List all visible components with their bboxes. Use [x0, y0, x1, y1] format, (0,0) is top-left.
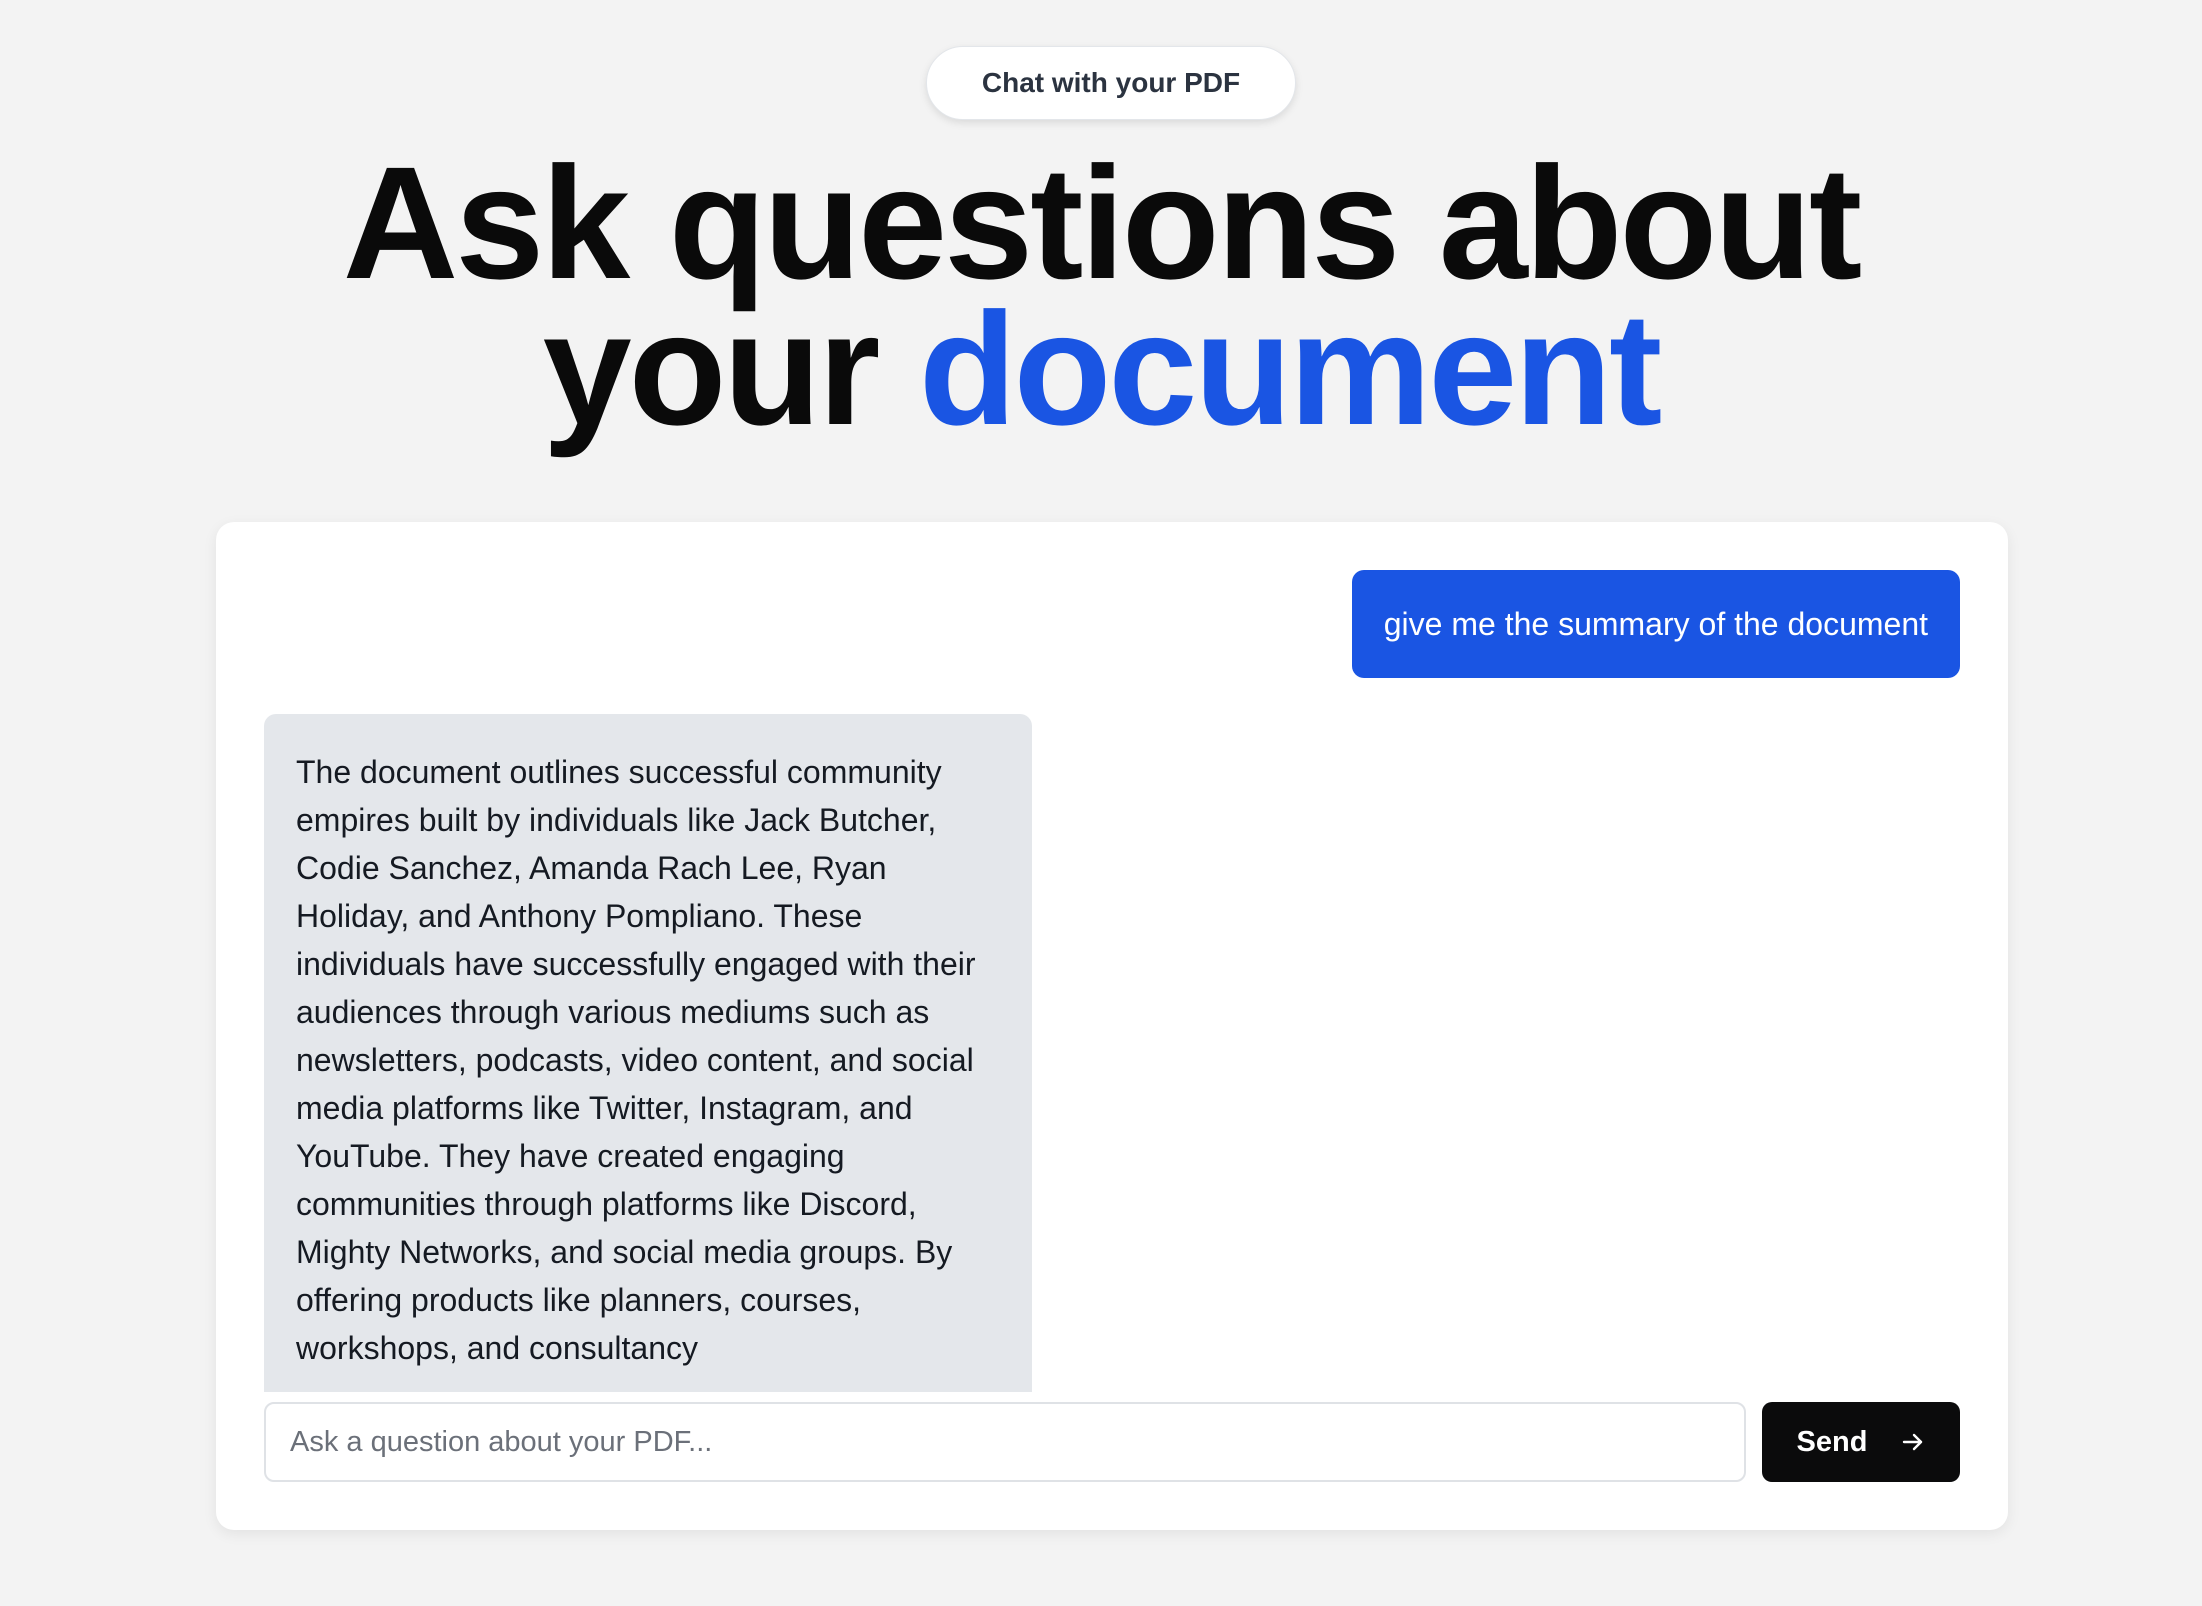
send-button-label: Send: [1796, 1425, 1868, 1458]
page-title: Ask questions about your document: [0, 143, 2202, 449]
assistant-message-bubble: The document outlines successful communi…: [264, 714, 1032, 1392]
message-list[interactable]: give me the summary of the document The …: [264, 570, 1960, 1392]
app-badge: Chat with your PDF: [926, 46, 1296, 120]
arrow-right-icon: [1901, 1430, 1925, 1454]
page-title-line2-prefix: your: [542, 279, 919, 458]
question-input[interactable]: [264, 1402, 1746, 1482]
composer: Send: [264, 1402, 1960, 1482]
send-button[interactable]: Send: [1762, 1402, 1960, 1482]
chat-card: give me the summary of the document The …: [216, 522, 2008, 1530]
user-message-bubble: give me the summary of the document: [1351, 570, 1960, 678]
page-title-accent: document: [918, 279, 1662, 458]
app-badge-label: Chat with your PDF: [981, 67, 1241, 98]
